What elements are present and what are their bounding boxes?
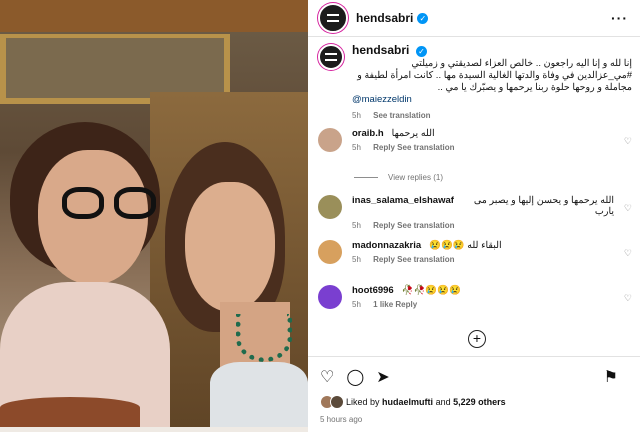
commenter-username[interactable]: madonnazakria xyxy=(352,240,421,251)
necklace xyxy=(236,314,292,362)
caption-avatar[interactable] xyxy=(318,44,344,70)
reply-button[interactable]: Reply xyxy=(373,255,395,264)
commenter-username[interactable]: inas_salama_elshawaf xyxy=(352,195,454,217)
commenter-avatar[interactable] xyxy=(318,195,342,219)
see-translation-link[interactable]: See translation xyxy=(373,111,430,120)
post-photo[interactable] xyxy=(0,32,308,432)
heart-icon[interactable]: ♡ xyxy=(624,136,632,147)
likes-count[interactable]: 5,229 others xyxy=(453,397,506,407)
comment-text: الله يرحمها xyxy=(391,128,435,139)
author-avatar[interactable] xyxy=(318,3,348,33)
post-caption: hendsabri ✓ إنا لله و إنا اليه راجعون ..… xyxy=(318,44,634,122)
reply-button[interactable]: Reply xyxy=(373,221,395,230)
comment-likes[interactable]: 1 like xyxy=(373,300,393,309)
add-comment-icon[interactable]: + xyxy=(468,330,486,348)
glasses-shape xyxy=(62,187,160,223)
verified-badge-icon: ✓ xyxy=(417,12,429,24)
caption-line: إنا لله و إنا اليه راجعون .. خالص العزاء… xyxy=(411,58,632,69)
post-actions: ♡ ◯ ➤ ⚑ Liked by hudaelmufti and 5,229 o… xyxy=(308,356,640,432)
comment-text: 🥀🥀😢😢😢 xyxy=(401,285,461,296)
see-translation-link[interactable]: See translation xyxy=(397,221,454,230)
woman-right-top xyxy=(210,362,308,432)
comment-time: 5h xyxy=(352,255,361,264)
commenter-username[interactable]: hoot6996 xyxy=(352,285,394,296)
comment-text: الله يرحمها و يحسن إليها و يصبر مى يارب xyxy=(473,195,614,217)
caption-username[interactable]: hendsabri xyxy=(352,43,409,57)
liker-avatars xyxy=(320,395,344,409)
reply-button[interactable]: Reply xyxy=(395,300,417,309)
bookmark-icon[interactable]: ⚑ xyxy=(604,367,618,387)
comment-item: hoot6996 🥀🥀😢😢😢 5h 1 like Reply ♡ xyxy=(318,285,638,309)
comment-icon[interactable]: ◯ xyxy=(346,367,364,387)
commenter-username[interactable]: oraib.h xyxy=(352,128,384,139)
photo-bottom-strip xyxy=(0,427,308,432)
heart-icon[interactable]: ♡ xyxy=(624,293,632,304)
mention-link[interactable]: @maiezzeldin xyxy=(352,94,412,105)
post-time: 5 hours ago xyxy=(320,415,363,424)
post-header: hendsabri ✓ ··· xyxy=(308,0,640,37)
verified-badge-icon: ✓ xyxy=(416,45,427,57)
comment-item: inas_salama_elshawaf الله يرحمها و يحسن … xyxy=(318,195,638,230)
liked-by-user[interactable]: hudaelmufti xyxy=(382,397,433,407)
comment-item: oraib.h الله يرحمها 5h Reply See transla… xyxy=(318,128,638,152)
reply-button[interactable]: Reply xyxy=(373,143,395,152)
comment-item: madonnazakria البقاء لله 😢😢😢 5h Reply Se… xyxy=(318,240,638,264)
caption-time: 5h xyxy=(352,111,361,120)
comment-text: البقاء لله 😢😢😢 xyxy=(429,240,502,251)
comment-time: 5h xyxy=(352,300,361,309)
more-options-icon[interactable]: ··· xyxy=(611,10,628,26)
post-panel: hendsabri ✓ ··· hendsabri ✓ إنا لله و إن… xyxy=(308,0,640,432)
caption-line: #مي_عزالدين في وفاة والدتها الغالية السي… xyxy=(357,70,632,81)
view-replies-button[interactable]: View replies (1) xyxy=(354,173,443,182)
heart-icon[interactable]: ♡ xyxy=(624,248,632,259)
share-icon[interactable]: ➤ xyxy=(376,367,389,387)
commenter-avatar[interactable] xyxy=(318,128,342,152)
commenter-avatar[interactable] xyxy=(318,285,342,309)
liked-by-row: Liked by hudaelmufti and 5,229 others xyxy=(308,387,640,409)
commenter-avatar[interactable] xyxy=(318,240,342,264)
caption-line: مجاملة و روحها حلوة ربنا يرحمها و يصبّرك… xyxy=(437,82,632,93)
comment-time: 5h xyxy=(352,221,361,230)
heart-icon[interactable]: ♡ xyxy=(320,367,334,387)
woman-right-face xyxy=(185,182,275,312)
author-username[interactable]: hendsabri xyxy=(356,11,413,25)
comment-time: 5h xyxy=(352,143,361,152)
heart-icon[interactable]: ♡ xyxy=(624,203,632,214)
see-translation-link[interactable]: See translation xyxy=(397,255,454,264)
see-translation-link[interactable]: See translation xyxy=(397,143,454,152)
